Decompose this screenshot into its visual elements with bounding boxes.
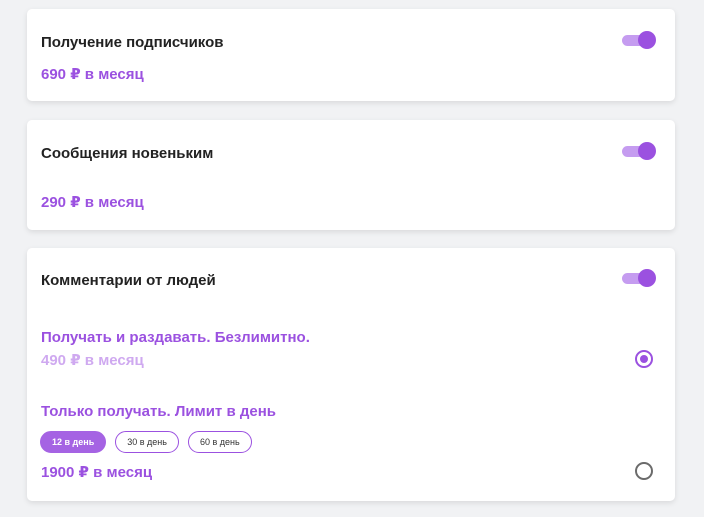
option-receive-only-price: 1900 ₽ в месяц	[41, 464, 153, 481]
card-followers: Получение подписчиков 690 ₽ в месяц	[27, 9, 675, 101]
option-unlimited-title: Получать и раздавать. Безлимитно.	[41, 329, 310, 346]
chip-12-per-day[interactable]: 12 в день	[40, 431, 107, 453]
card-title: Сообщения новеньким	[41, 145, 214, 162]
radio-checked-icon	[640, 355, 648, 363]
toggle-knob	[638, 142, 656, 160]
toggle-knob	[638, 269, 656, 287]
chip-30-per-day[interactable]: 30 в день	[115, 431, 179, 453]
radio-receive-only[interactable]	[635, 462, 653, 480]
card-title: Комментарии от людей	[41, 272, 216, 289]
card-price: 690 ₽ в месяц	[41, 66, 144, 83]
card-title: Получение подписчиков	[41, 34, 224, 51]
card-comments: Комментарии от людей Получать и раздават…	[27, 248, 675, 501]
welcome-messages-toggle[interactable]	[622, 142, 656, 160]
toggle-knob	[638, 31, 656, 49]
card-welcome-messages: Сообщения новеньким 290 ₽ в месяц	[27, 120, 675, 230]
option-receive-only-title: Только получать. Лимит в день	[41, 403, 276, 420]
daily-limit-chips: 12 в день 30 в день 60 в день	[40, 431, 252, 453]
comments-toggle[interactable]	[622, 269, 656, 287]
option-unlimited-price: 490 ₽ в месяц	[41, 352, 144, 369]
radio-unlimited[interactable]	[635, 350, 653, 368]
chip-60-per-day[interactable]: 60 в день	[187, 431, 252, 453]
followers-toggle[interactable]	[622, 31, 656, 49]
card-price: 290 ₽ в месяц	[41, 194, 144, 211]
subscription-options-page: Получение подписчиков 690 ₽ в месяц Сооб…	[0, 0, 704, 517]
